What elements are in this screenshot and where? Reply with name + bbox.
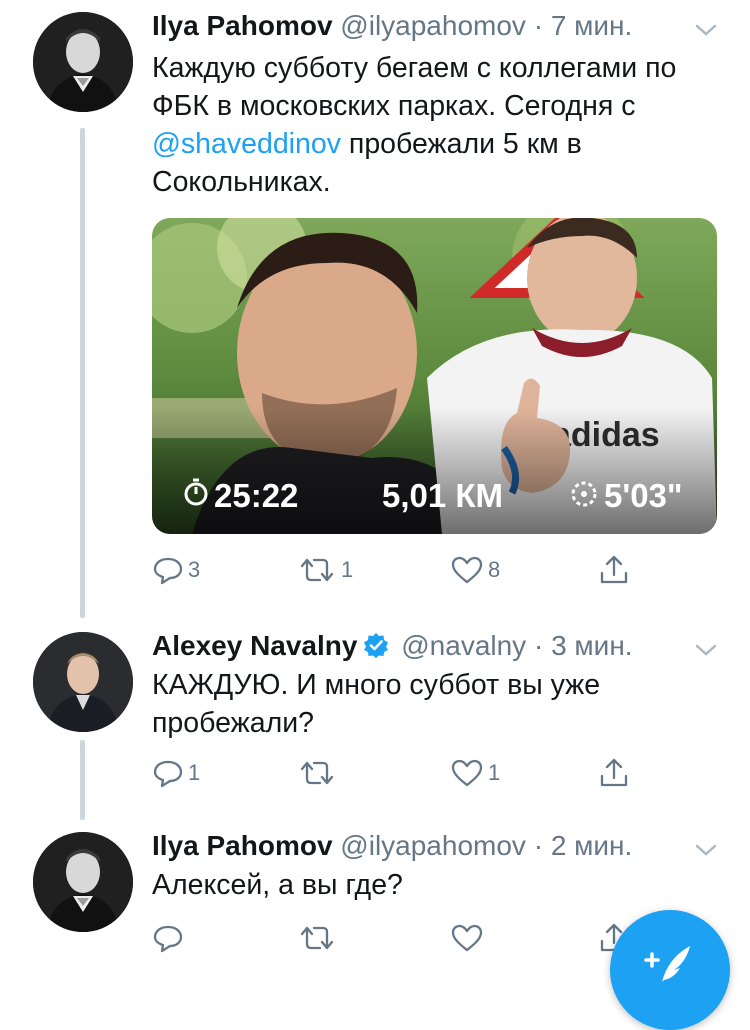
- tweet-header: Ilya Pahomov @ilyapahomov · 7 мин.: [152, 6, 632, 46]
- like-count: 1: [488, 760, 501, 785]
- reply-button[interactable]: [152, 918, 184, 958]
- share-button[interactable]: [597, 753, 631, 793]
- retweet-button[interactable]: [297, 753, 341, 793]
- author-handle[interactable]: @ilyapahomov: [340, 830, 526, 861]
- avatar[interactable]: [33, 832, 133, 932]
- author-name[interactable]: Alexey Navalny: [152, 630, 357, 661]
- author-name[interactable]: Ilya Pahomov: [152, 830, 333, 861]
- chevron-down-icon[interactable]: [692, 16, 720, 44]
- like-icon: [451, 556, 483, 584]
- retweet-icon: [300, 558, 334, 582]
- author-handle[interactable]: @ilyapahomov: [340, 10, 526, 41]
- run-pace: 5'03": [604, 477, 683, 514]
- separator-dot: ·: [533, 10, 544, 41]
- tweet-photo[interactable]: adidas 25:22 5,01 КМ 5'03": [152, 218, 717, 534]
- tweet-header: Alexey Navalny @navalny · 3 мин.: [152, 626, 633, 666]
- like-button[interactable]: [450, 918, 484, 958]
- chevron-down-icon[interactable]: [692, 836, 720, 864]
- like-icon: [451, 924, 483, 952]
- timestamp[interactable]: 2 мин.: [551, 830, 632, 861]
- separator-dot: ·: [533, 830, 544, 861]
- tweet[interactable]: Ilya Pahomov @ilyapahomov · 7 мин. Кажду…: [0, 0, 750, 610]
- retweet-count: 1: [341, 557, 354, 582]
- like-icon: [451, 759, 483, 787]
- tweet-text: Каждую субботу бегаем с коллегами по ФБК…: [152, 49, 722, 201]
- tweet-text: КАЖДУЮ. И много суббот вы уже пробежали?: [152, 669, 601, 739]
- separator-dot: ·: [533, 630, 544, 661]
- like-button[interactable]: 8: [450, 550, 500, 590]
- compose-icon: [644, 946, 690, 982]
- share-icon: [600, 555, 628, 584]
- mention-link[interactable]: @shaveddinov: [152, 128, 341, 160]
- tweet[interactable]: Alexey Navalny @navalny · 3 мин. КАЖДУЮ.…: [0, 620, 750, 810]
- tweet-text: Алексей, а вы где?: [152, 869, 403, 901]
- share-button[interactable]: [597, 550, 631, 590]
- reply-icon: [153, 925, 183, 953]
- reply-icon: [153, 760, 183, 788]
- chevron-down-icon[interactable]: [692, 636, 720, 664]
- timestamp[interactable]: 7 мин.: [551, 10, 632, 41]
- run-distance: 5,01 КМ: [382, 477, 503, 514]
- tweet-actions: [152, 918, 652, 958]
- reply-button[interactable]: 1: [152, 753, 200, 793]
- compose-button[interactable]: [610, 910, 730, 1030]
- tweet-header: Ilya Pahomov @ilyapahomov · 2 мин.: [152, 826, 632, 866]
- retweet-icon: [300, 926, 334, 950]
- avatar[interactable]: [33, 12, 133, 112]
- retweet-button[interactable]: [297, 918, 337, 958]
- reply-count: 3: [188, 557, 201, 582]
- tweet-actions: 1 1: [152, 753, 652, 793]
- avatar[interactable]: [33, 632, 133, 732]
- share-icon: [600, 758, 628, 787]
- like-button[interactable]: 1: [450, 753, 500, 793]
- author-name[interactable]: Ilya Pahomov: [152, 10, 333, 41]
- reply-count: 1: [188, 760, 201, 785]
- like-count: 8: [488, 557, 501, 582]
- tweet-actions: 3 1 8: [152, 550, 652, 590]
- reply-button[interactable]: 3: [152, 550, 200, 590]
- timestamp[interactable]: 3 мин.: [551, 630, 632, 661]
- retweet-button[interactable]: 1: [297, 550, 353, 590]
- retweet-icon: [300, 761, 334, 785]
- author-handle[interactable]: @navalny: [401, 630, 526, 661]
- verified-icon: [364, 633, 389, 658]
- tweet-text-part: Каждую субботу бегаем с коллегами по ФБК…: [152, 52, 677, 122]
- run-duration: 25:22: [214, 477, 298, 514]
- reply-icon: [153, 557, 183, 585]
